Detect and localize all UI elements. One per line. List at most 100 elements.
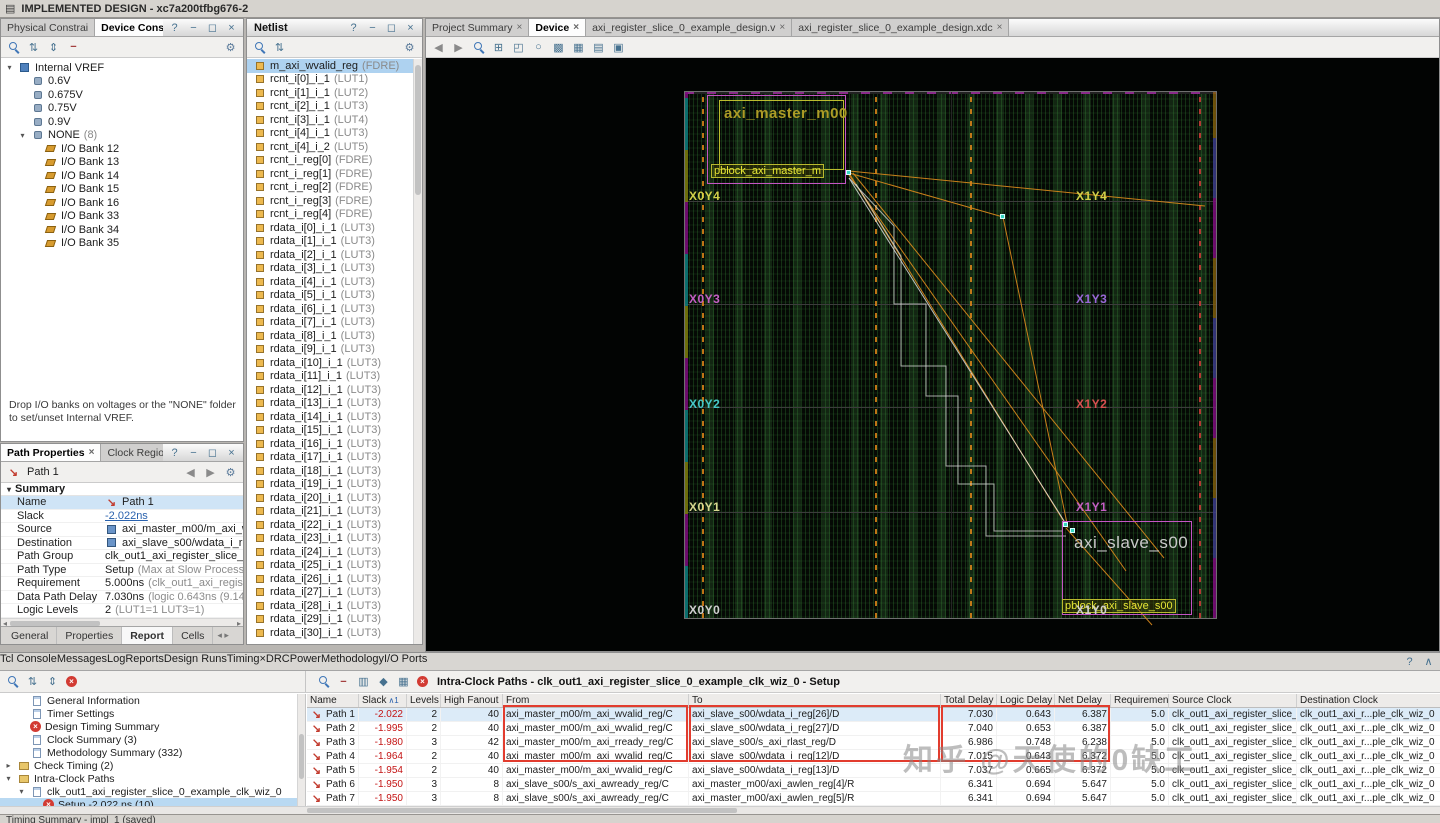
subtab-properties[interactable]: Properties: [57, 627, 123, 644]
column-header-name[interactable]: Name: [307, 694, 359, 707]
report-icon[interactable]: ▦: [397, 675, 410, 688]
netlist-item[interactable]: rcnt_i_reg[4] (FDRE): [247, 208, 413, 222]
float-icon[interactable]: ◻: [385, 21, 398, 34]
netlist-item[interactable]: rdata_i[0]_i_1 (LUT3): [247, 221, 413, 235]
netlist-item[interactable]: rdata_i[21]_i_1 (LUT3): [247, 505, 413, 519]
subtab-scroll-arrows[interactable]: ◂ ▸: [213, 627, 233, 644]
tab-physical-constrai[interactable]: Physical Constrai: [1, 19, 96, 36]
netlist-item[interactable]: rcnt_i[2]_i_1 (LUT3): [247, 100, 413, 114]
tree-item-check-timing-2[interactable]: ▸ Check Timing (2): [0, 759, 297, 772]
column-header-levels[interactable]: Levels: [407, 694, 441, 707]
search-icon[interactable]: [317, 675, 330, 688]
tree-item-0-9v[interactable]: 0.9V: [1, 115, 243, 129]
help-icon[interactable]: ?: [168, 446, 181, 459]
minimize-icon[interactable]: −: [366, 21, 379, 34]
tree-item-design-timing-summary[interactable]: × Design Timing Summary: [0, 720, 297, 733]
netlist-item[interactable]: rdata_i[5]_i_1 (LUT3): [247, 289, 413, 303]
netlist-item[interactable]: rcnt_i_reg[3] (FDRE): [247, 194, 413, 208]
netlist-item[interactable]: rdata_i[14]_i_1 (LUT3): [247, 410, 413, 424]
netlist-item[interactable]: rcnt_i[4]_i_1 (LUT3): [247, 127, 413, 141]
expand-all-icon[interactable]: ⇕: [46, 675, 59, 688]
float-icon[interactable]: ◻: [206, 446, 219, 459]
settings-icon[interactable]: ⚙: [403, 41, 416, 54]
netlist-item[interactable]: rcnt_i[3]_i_1 (LUT4): [247, 113, 413, 127]
error-icon[interactable]: ×: [66, 676, 77, 687]
timing-path-row[interactable]: ↘ Path 6 -1.950 3 8 axi_slave_s00/s_axi_awrea…: [307, 778, 1440, 792]
help-icon[interactable]: ?: [168, 21, 181, 34]
device-view[interactable]: axi_master_m00 pblock_axi_master_m axi_s…: [426, 59, 1439, 651]
tab-i-o-ports[interactable]: I/O Ports: [384, 653, 427, 670]
summary-section-header[interactable]: ▾ Summary: [1, 483, 243, 496]
column-header-slack[interactable]: Slack ∧1: [359, 694, 407, 707]
netlist-item[interactable]: rdata_i[16]_i_1 (LUT3): [247, 437, 413, 451]
collapse-all-icon[interactable]: ⇅: [26, 675, 39, 688]
minimize-icon[interactable]: −: [187, 21, 200, 34]
property-row-path-group[interactable]: Path Group clk_out1_axi_register_slice_0_…: [1, 550, 243, 564]
netlist-item[interactable]: rdata_i[20]_i_1 (LUT3): [247, 491, 413, 505]
tree-item-0-75v[interactable]: 0.75V: [1, 102, 243, 116]
netlist-item[interactable]: rdata_i[12]_i_1 (LUT3): [247, 383, 413, 397]
column-header-total-delay[interactable]: Total Delay: [941, 694, 997, 707]
netlist-item[interactable]: rcnt_i_reg[0] (FDRE): [247, 154, 413, 168]
timing-path-row[interactable]: ↘ Path 4 -1.964 2 40 axi_master_m00/m_axi_wva…: [307, 750, 1440, 764]
tree-item-0-675v[interactable]: 0.675V: [1, 88, 243, 102]
property-row-destination[interactable]: Destination axi_slave_s00/wdata_i_reg[2: [1, 537, 243, 550]
netlist-item[interactable]: rdata_i[9]_i_1 (LUT3): [247, 343, 413, 357]
netlist-item[interactable]: rdata_i[4]_i_1 (LUT3): [247, 275, 413, 289]
zoom-selection-icon[interactable]: ◰: [512, 41, 525, 54]
close-icon[interactable]: ×: [404, 21, 417, 34]
netlist-item[interactable]: m_axi_wvalid_reg (FDRE): [247, 59, 413, 73]
remove-icon[interactable]: −: [337, 675, 350, 688]
netlist-item[interactable]: rdata_i[3]_i_1 (LUT3): [247, 262, 413, 276]
tree-item-clock-summary-3[interactable]: Clock Summary (3): [0, 733, 297, 746]
help-icon[interactable]: ?: [347, 21, 360, 34]
routing-resources-icon[interactable]: ▩: [552, 41, 565, 54]
close-icon[interactable]: ×: [573, 22, 579, 33]
zoom-fit-icon[interactable]: ⊞: [492, 41, 505, 54]
tab-messages[interactable]: Messages: [57, 653, 107, 670]
timing-path-row[interactable]: ↘ Path 7 -1.950 3 8 axi_slave_s00/s_axi_awrea…: [307, 792, 1440, 806]
collapse-arrow-icon[interactable]: ▾: [7, 485, 11, 494]
tab-project-summary[interactable]: Project Summary ×: [426, 19, 530, 36]
minimize-icon[interactable]: −: [187, 446, 200, 459]
chevron-down-icon[interactable]: ▾: [4, 774, 13, 783]
property-row-data-path-delay[interactable]: Data Path Delay 7.030ns (logic 0.643ns (9…: [1, 591, 243, 604]
tree-item-clk-out1-axi-register-slice-0-example-clk-wiz-0[interactable]: ▾ clk_out1_axi_register_slice_0_example_c…: [0, 785, 297, 798]
property-row-logic-levels[interactable]: Logic Levels 2 (LUT1=1 LUT3=1): [1, 604, 243, 618]
tree-item-0-6v[interactable]: 0.6V: [1, 75, 243, 89]
chevron-down-icon[interactable]: ▾: [17, 787, 26, 796]
tree-item-i-o-bank-16[interactable]: I/O Bank 16: [1, 196, 243, 210]
netlist-item[interactable]: rdata_i[25]_i_1 (LUT3): [247, 559, 413, 573]
tab-device-const[interactable]: Device Const×: [95, 19, 163, 36]
tree-item-timer-settings[interactable]: Timer Settings: [0, 707, 297, 720]
netlist-item[interactable]: rcnt_i[4]_i_2 (LUT5): [247, 140, 413, 154]
tree-item-i-o-bank-13[interactable]: I/O Bank 13: [1, 156, 243, 170]
forward-arrow-icon[interactable]: ▶: [452, 41, 465, 54]
zoom-in-icon[interactable]: [472, 41, 485, 54]
tree-item-setup-2-022-ns-10[interactable]: × Setup -2.022 ns (10): [0, 798, 297, 806]
collapse-all-icon[interactable]: ⇅: [273, 41, 286, 54]
netlist-item[interactable]: rcnt_i_reg[2] (FDRE): [247, 181, 413, 195]
netlist-item[interactable]: rcnt_i[1]_i_1 (LUT2): [247, 86, 413, 100]
grid-icon[interactable]: ▦: [572, 41, 585, 54]
property-row-slack[interactable]: Slack -2.022ns: [1, 510, 243, 523]
tab-log[interactable]: Log: [107, 653, 125, 670]
close-icon[interactable]: ×: [225, 21, 238, 34]
property-row-requirement[interactable]: Requirement 5.000ns (clk_out1_axi_registe…: [1, 577, 243, 591]
search-icon[interactable]: [7, 41, 20, 54]
tree-scrollbar[interactable]: [297, 694, 306, 806]
tab-methodology[interactable]: Methodology: [321, 653, 384, 670]
netlist-item[interactable]: rdata_i[13]_i_1 (LUT3): [247, 397, 413, 411]
netlist-item[interactable]: rdata_i[18]_i_1 (LUT3): [247, 464, 413, 478]
dashboard-icon[interactable]: ▣: [612, 41, 625, 54]
hscroll-thumb[interactable]: [10, 620, 101, 626]
property-row-path-type[interactable]: Path Type Setup (Max at Slow Process Co: [1, 564, 243, 577]
autofit-icon[interactable]: ○: [532, 41, 545, 54]
column-header-source-clock[interactable]: Source Clock: [1169, 694, 1297, 707]
help-icon[interactable]: ?: [1403, 655, 1416, 668]
netlist-item[interactable]: rdata_i[24]_i_1 (LUT3): [247, 545, 413, 559]
tree-item-internal-vref[interactable]: ▾ Internal VREF: [1, 61, 243, 75]
column-header-logic-delay[interactable]: Logic Delay: [997, 694, 1055, 707]
tree-item-i-o-bank-14[interactable]: I/O Bank 14: [1, 169, 243, 183]
close-icon[interactable]: ×: [779, 22, 785, 33]
